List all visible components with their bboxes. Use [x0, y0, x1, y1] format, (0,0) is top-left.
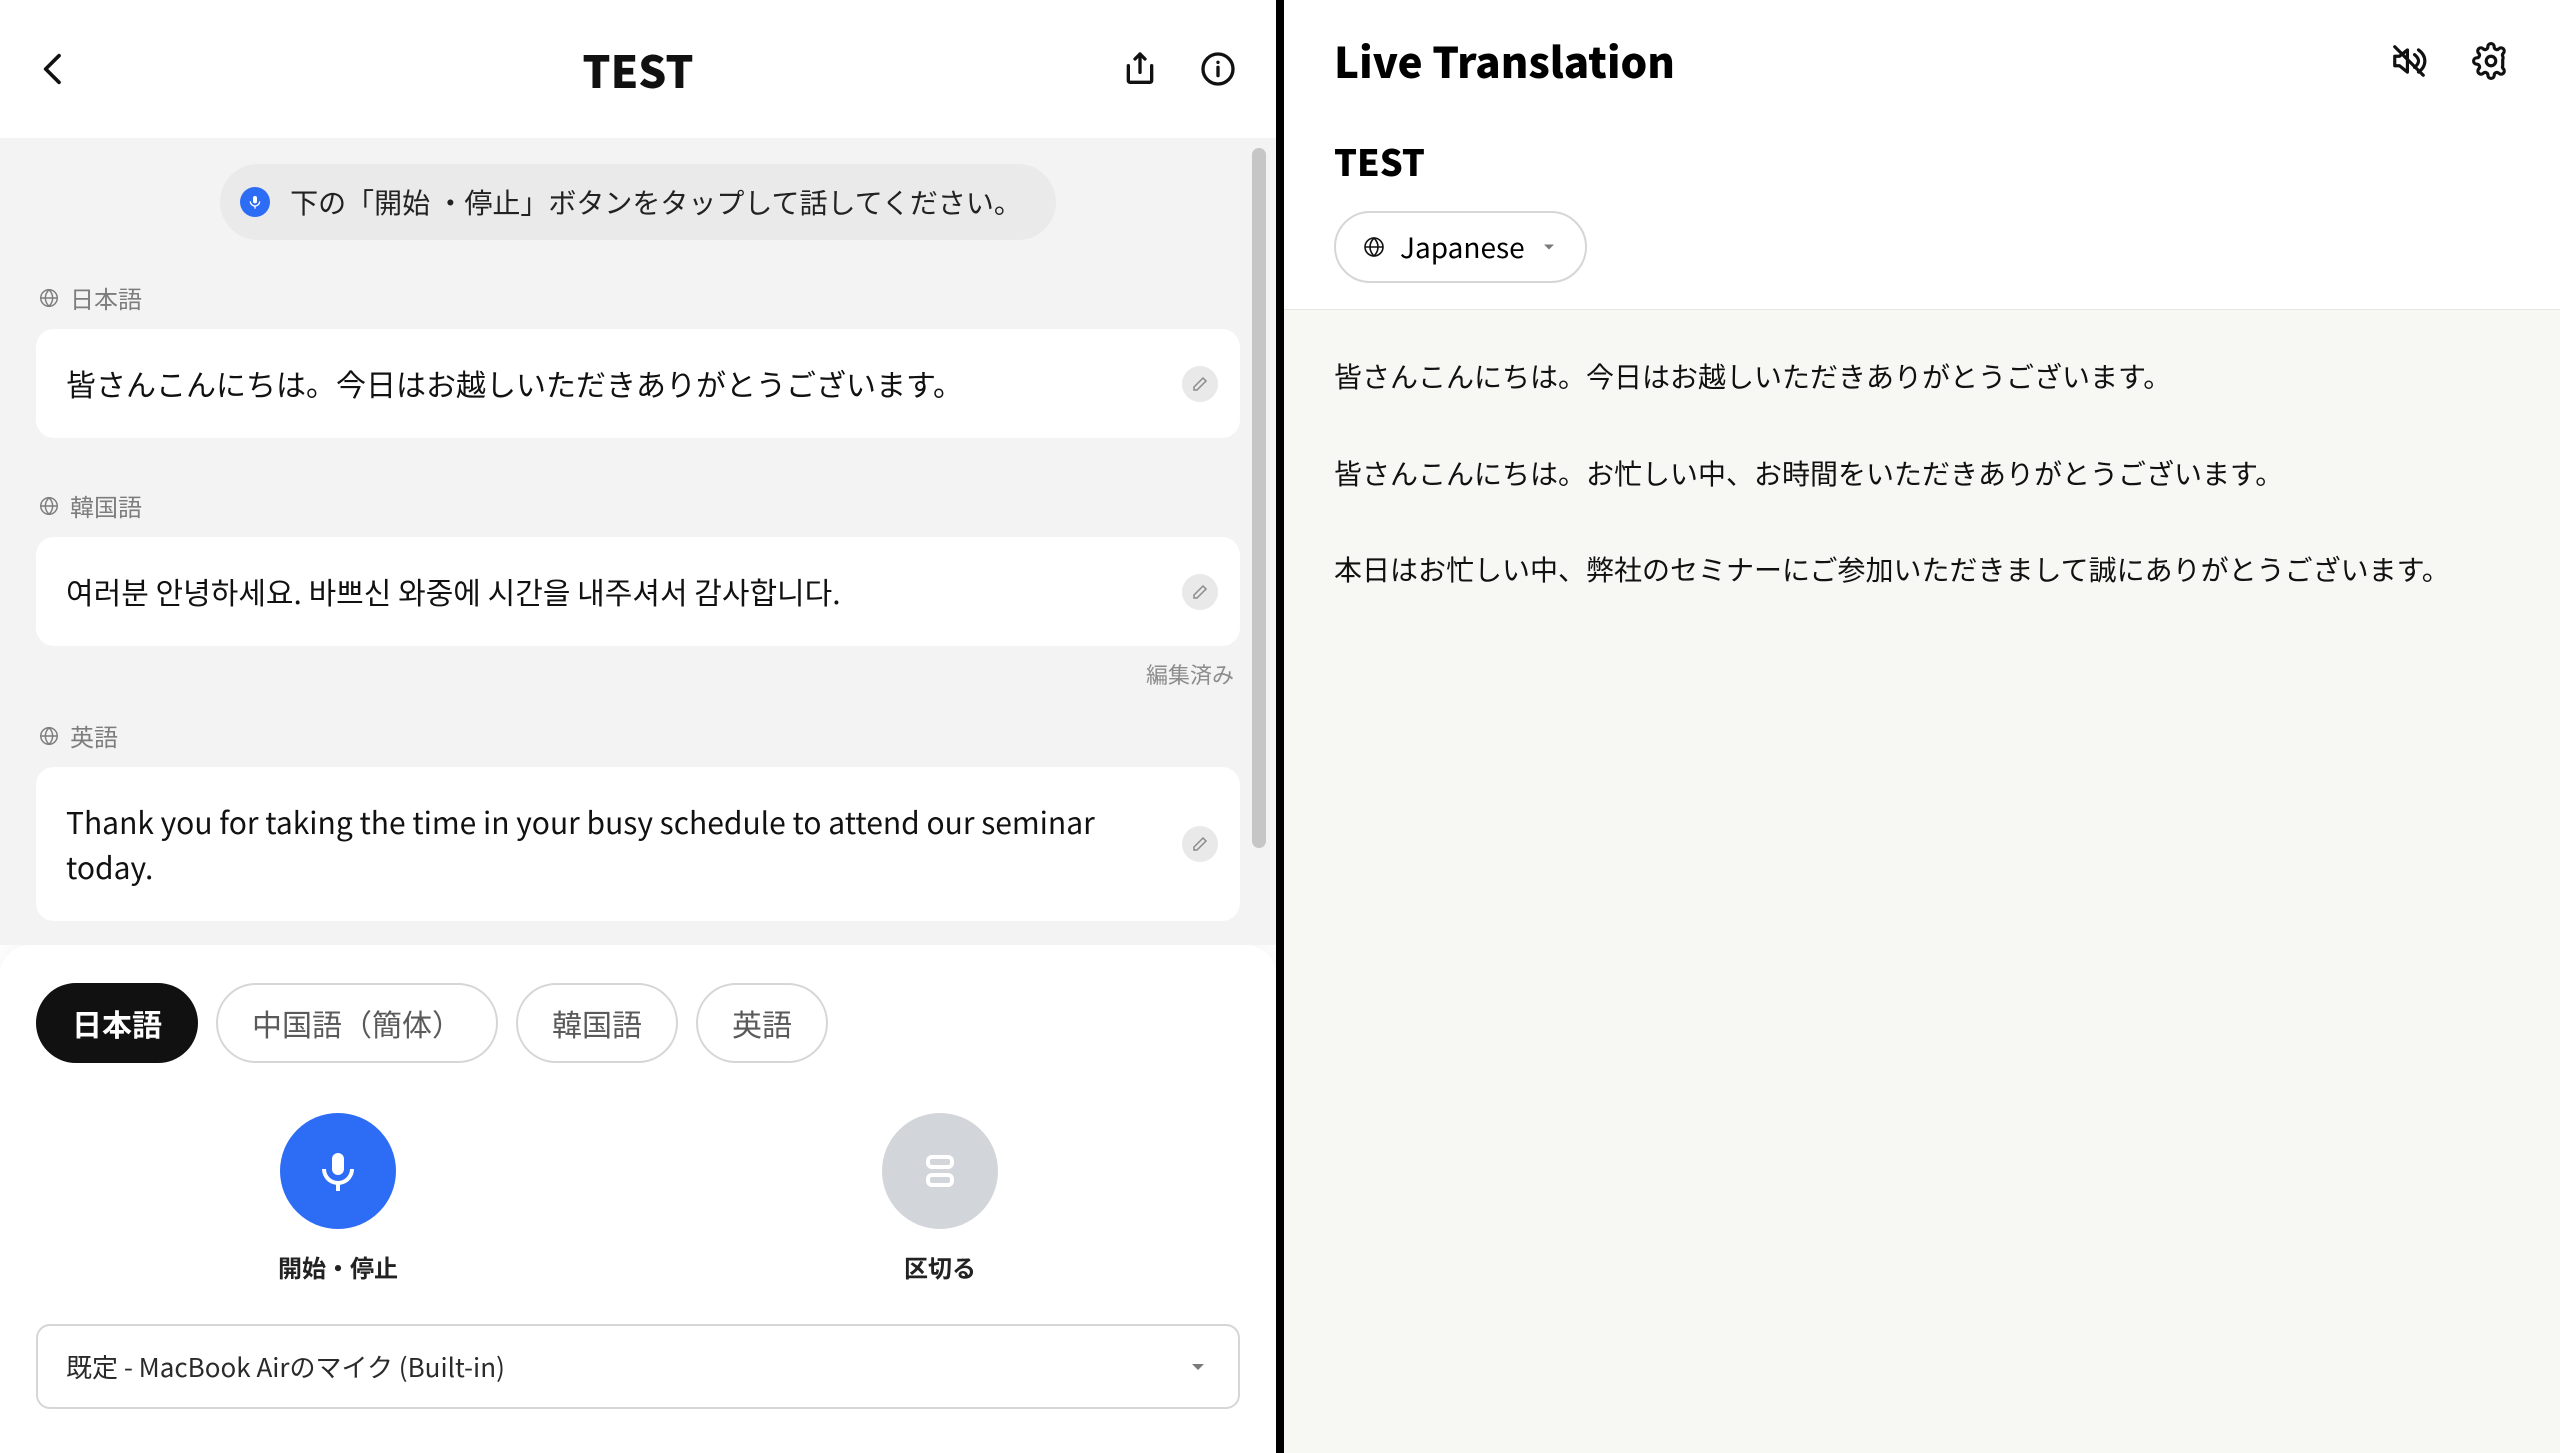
chip-label: 韓国語 [552, 1001, 642, 1045]
microphone-icon [314, 1147, 362, 1195]
globe-icon [38, 287, 60, 309]
globe-icon [1362, 235, 1386, 259]
translation-line: 皆さんこんにちは。今日はお越しいただきありがとうございます。 [1334, 356, 2510, 397]
message-text: 皆さんこんにちは。今日はお越しいただきありがとうございます。 [66, 361, 963, 405]
session-title: TEST [1334, 135, 2510, 187]
globe-icon [38, 725, 60, 747]
chip-label: 日本語 [72, 1001, 162, 1045]
message-card: 여러분 안녕하세요. 바쁘신 와중에 시간을 내주셔서 감사합니다. [36, 537, 1240, 646]
info-icon [1198, 49, 1238, 89]
hint-text: 下の「開始 ・停止」ボタンをタップして話してください。 [290, 182, 1022, 222]
language-chip-row: 日本語 中国語（簡体） 韓国語 英語 [36, 983, 1240, 1063]
right-header-actions [2390, 42, 2510, 80]
settings-button[interactable] [2472, 42, 2510, 80]
pencil-icon [1191, 835, 1209, 853]
globe-icon [38, 495, 60, 517]
record-segment[interactable]: 区切る [882, 1113, 998, 1284]
pencil-icon [1191, 375, 1209, 393]
translation-line: 皆さんこんにちは。お忙しい中、お時間をいただきありがとうございます。 [1334, 453, 2510, 494]
chip-label: 英語 [732, 1001, 792, 1045]
back-button[interactable] [34, 49, 74, 89]
edit-button[interactable] [1182, 574, 1218, 610]
mic-select-value: 既定 - MacBook Airのマイク (Built-in) [66, 1348, 505, 1385]
chevron-down-icon [1539, 237, 1559, 257]
edit-button[interactable] [1182, 366, 1218, 402]
speaker-muted-icon [2390, 42, 2428, 80]
right-panel: Live Translation TEST Japa [1284, 0, 2560, 1453]
lang-chip-japanese[interactable]: 日本語 [36, 983, 198, 1063]
left-header: TEST [0, 0, 1276, 138]
share-button[interactable] [1116, 45, 1164, 93]
output-language-value: Japanese [1400, 227, 1525, 267]
info-button[interactable] [1194, 45, 1242, 93]
segment-button[interactable] [882, 1113, 998, 1229]
segment-icon [916, 1147, 964, 1195]
output-language-select[interactable]: Japanese [1334, 211, 1587, 283]
message-text: Thank you for taking the time in your bu… [66, 799, 1095, 888]
lang-chip-chinese-simplified[interactable]: 中国語（簡体） [216, 983, 498, 1063]
brand-text: Live Translation [1334, 30, 1675, 91]
panel-divider[interactable] [1276, 0, 1284, 1453]
message-text: 여러분 안녕하세요. 바쁘신 와중에 시간을 내주셔서 감사합니다. [66, 569, 841, 613]
gear-icon [2472, 42, 2510, 80]
message-card: Thank you for taking the time in your bu… [36, 767, 1240, 921]
lang-chip-english[interactable]: 英語 [696, 983, 828, 1063]
translation-line: 本日はお忙しい中、弊社のセミナーにご参加いただきまして誠にありがとうございます。 [1334, 549, 2510, 590]
brand-title: Live Translation [1334, 30, 1675, 91]
chevron-left-icon [34, 49, 74, 89]
message-lang-label: 韓国語 [38, 488, 1238, 523]
message-card: 皆さんこんにちは。今日はお越しいただきありがとうございます。 [36, 329, 1240, 438]
right-header: Live Translation [1284, 0, 2560, 109]
hint-mic-icon [240, 187, 270, 217]
lang-label-text: 韓国語 [70, 488, 142, 523]
scrollbar[interactable] [1252, 148, 1266, 848]
left-panel: TEST 下の「開始 ・停止」ボタンをタップして話してください。 日本語 [0, 0, 1276, 1453]
right-subheader: TEST Japanese [1284, 109, 2560, 310]
lang-label-text: 英語 [70, 718, 118, 753]
share-icon [1120, 49, 1160, 89]
record-start-stop-label: 開始・停止 [278, 1249, 398, 1284]
lang-label-text: 日本語 [70, 280, 142, 315]
message-lang-label: 日本語 [38, 280, 1238, 315]
segment-label: 区切る [904, 1249, 976, 1284]
mic-select[interactable]: 既定 - MacBook Airのマイク (Built-in) [36, 1324, 1240, 1409]
pencil-icon [1191, 583, 1209, 601]
edited-label: 編集済み [36, 658, 1234, 690]
record-start-stop[interactable]: 開始・停止 [278, 1113, 398, 1284]
hint-pill: 下の「開始 ・停止」ボタンをタップして話してください。 [220, 164, 1056, 240]
record-start-stop-button[interactable] [280, 1113, 396, 1229]
record-controls: 開始・停止 区切る [36, 1113, 1240, 1284]
translation-output[interactable]: 皆さんこんにちは。今日はお越しいただきありがとうございます。 皆さんこんにちは。… [1284, 310, 2560, 1453]
lang-chip-korean[interactable]: 韓国語 [516, 983, 678, 1063]
edit-button[interactable] [1182, 826, 1218, 862]
message-lang-label: 英語 [38, 718, 1238, 753]
chip-label: 中国語（簡体） [252, 1001, 462, 1045]
page-title: TEST [582, 37, 693, 101]
chevron-down-icon [1186, 1355, 1210, 1379]
mute-button[interactable] [2390, 42, 2428, 80]
messages-scroll[interactable]: 下の「開始 ・停止」ボタンをタップして話してください。 日本語 皆さんこんにちは… [0, 138, 1276, 945]
bottom-dock: 日本語 中国語（簡体） 韓国語 英語 開始・停止 区切る [0, 945, 1276, 1453]
